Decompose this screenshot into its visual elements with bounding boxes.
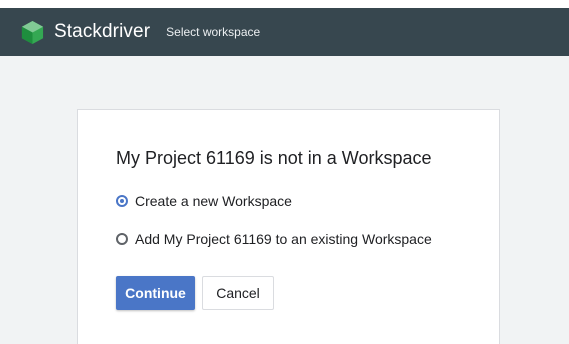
workspace-dialog: My Project 61169 is not in a Workspace C… bbox=[77, 109, 500, 344]
option-create-workspace[interactable]: Create a new Workspace bbox=[116, 193, 292, 209]
radio-unselected-icon[interactable] bbox=[116, 233, 128, 245]
option-create-workspace-label: Create a new Workspace bbox=[135, 193, 292, 209]
radio-selected-icon[interactable] bbox=[116, 195, 128, 207]
page: Stackdriver Select workspace My Project … bbox=[0, 0, 569, 344]
top-strip bbox=[0, 0, 569, 8]
app-header: Stackdriver Select workspace bbox=[0, 8, 569, 56]
option-add-to-existing-label: Add My Project 61169 to an existing Work… bbox=[135, 231, 432, 247]
option-add-to-existing-workspace[interactable]: Add My Project 61169 to an existing Work… bbox=[116, 231, 432, 247]
app-brand-name[interactable]: Stackdriver bbox=[54, 21, 150, 43]
header-subtitle: Select workspace bbox=[166, 25, 261, 39]
dialog-title: My Project 61169 is not in a Workspace bbox=[116, 148, 432, 168]
stackdriver-logo-icon[interactable] bbox=[20, 20, 45, 45]
cancel-button[interactable]: Cancel bbox=[202, 276, 274, 310]
continue-button[interactable]: Continue bbox=[116, 276, 195, 310]
